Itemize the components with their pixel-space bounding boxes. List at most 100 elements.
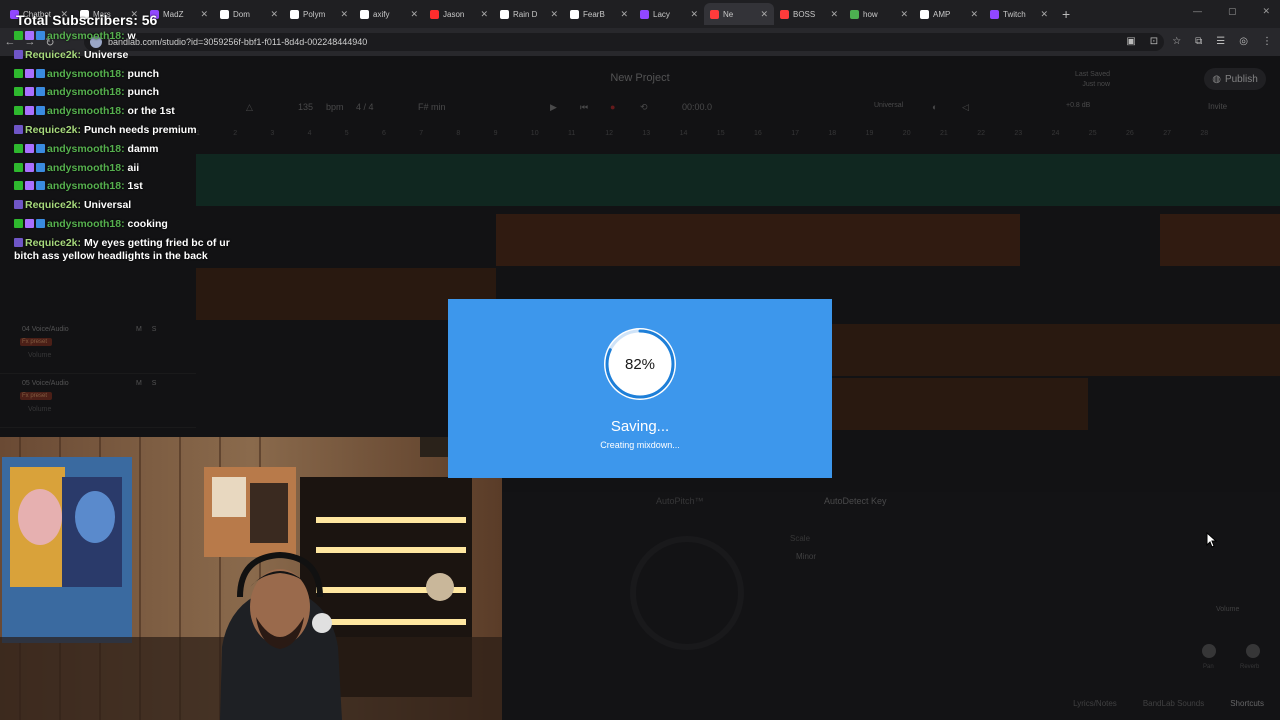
- mute-solo[interactable]: M S: [136, 380, 156, 387]
- maximize-icon[interactable]: ▢: [1228, 6, 1237, 17]
- new-tab-icon[interactable]: +: [1062, 6, 1070, 22]
- tab-close-icon[interactable]: ✕: [900, 9, 908, 20]
- audio-region-orange-2[interactable]: [1160, 214, 1280, 266]
- loop-icon[interactable]: ⟲: [640, 102, 648, 113]
- invite-button[interactable]: Invite: [1208, 102, 1227, 111]
- tab-close-icon[interactable]: ✕: [480, 9, 488, 20]
- chat-username[interactable]: Requice2k: [25, 124, 78, 136]
- minimize-icon[interactable]: —: [1193, 6, 1202, 17]
- browser-tab[interactable]: Jason ✕: [424, 3, 494, 25]
- autopitch-knob[interactable]: [630, 536, 744, 650]
- chat-username[interactable]: andysmooth18: [47, 105, 121, 117]
- chat-username[interactable]: Requice2k: [25, 49, 78, 61]
- cast-icon[interactable]: ▣: [1126, 36, 1135, 47]
- chat-username[interactable]: andysmooth18: [47, 180, 121, 192]
- chat-text: Universal: [83, 199, 132, 212]
- ruler-number: 7: [419, 130, 424, 137]
- tab-search-icon[interactable]: ☰: [1216, 36, 1225, 47]
- publish-button[interactable]: ◍ Publish: [1204, 68, 1266, 90]
- ruler-number: 17: [791, 130, 799, 137]
- skip-back-icon[interactable]: ⏮: [580, 102, 588, 113]
- reverb-knob[interactable]: [1246, 644, 1260, 658]
- browser-tab[interactable]: Dom ✕: [214, 3, 284, 25]
- toggle-icon[interactable]: ◐: [932, 102, 937, 112]
- browser-tab[interactable]: Polym ✕: [284, 3, 354, 25]
- profile-icon[interactable]: ◎: [1239, 36, 1248, 47]
- tab-close-icon[interactable]: ✕: [270, 9, 278, 20]
- tab-close-icon[interactable]: ✕: [970, 9, 978, 20]
- ruler-number: 25: [1088, 130, 1097, 137]
- tab-close-icon[interactable]: ✕: [620, 9, 628, 20]
- audio-region-orange-5[interactable]: [832, 378, 1088, 430]
- chat-username[interactable]: andysmooth18: [47, 143, 121, 155]
- speaker-icon[interactable]: ◁: [962, 102, 969, 113]
- metronome-icon[interactable]: △: [246, 102, 253, 113]
- play-icon[interactable]: ▶: [550, 102, 557, 113]
- fx-badge[interactable]: Fx preset: [20, 338, 52, 346]
- star-badge-icon: [25, 218, 34, 228]
- browser-tab[interactable]: Lacy ✕: [634, 3, 704, 25]
- bandlab-sounds-link[interactable]: BandLab Sounds: [1143, 699, 1204, 708]
- browser-tab[interactable]: BOSS ✕: [774, 3, 844, 25]
- tab-close-icon[interactable]: ✕: [410, 9, 418, 20]
- scale-select[interactable]: Minor: [796, 552, 816, 561]
- chat-username[interactable]: andysmooth18: [47, 30, 121, 42]
- tab-close-icon[interactable]: ✕: [550, 9, 558, 20]
- chat-username[interactable]: Requice2k: [25, 237, 78, 249]
- mute-solo[interactable]: M S: [136, 326, 156, 333]
- browser-tab[interactable]: AMP ✕: [914, 3, 984, 25]
- tab-close-icon[interactable]: ✕: [760, 9, 768, 20]
- url-field[interactable]: bandlab.com/studio?id=3059256f-bbf1-f011…: [84, 33, 1164, 51]
- track-header-04[interactable]: 04 Voice/Audio M S Fx preset Volume: [0, 320, 196, 374]
- tab-close-icon[interactable]: ✕: [830, 9, 838, 20]
- timeline-ruler[interactable]: 1 2 3 4 5 6 7 8 9 10 11 12 13 14 15 16 17 18 19 20 21 22 23 24 2…: [196, 130, 1280, 142]
- browser-tab[interactable]: how ✕: [844, 3, 914, 25]
- browser-tab[interactable]: Twitch ✕: [984, 3, 1054, 25]
- tab-favicon-icon: [290, 9, 299, 19]
- menu-icon[interactable]: ⋮: [1262, 36, 1272, 47]
- tab-close-icon[interactable]: ✕: [340, 9, 348, 20]
- install-icon[interactable]: ⊡: [1150, 36, 1158, 47]
- time-readout: 00:00.0: [682, 102, 713, 112]
- chat-username[interactable]: andysmooth18: [47, 68, 121, 80]
- lyrics-notes-link[interactable]: Lyrics/Notes: [1073, 699, 1117, 708]
- pan-knob[interactable]: [1202, 644, 1216, 658]
- crown-badge-icon: [36, 181, 45, 191]
- chat-message: Requice2k: My eyes getting fried bc of u…: [14, 237, 234, 263]
- chat-username[interactable]: andysmooth18: [47, 218, 121, 230]
- time-signature[interactable]: 4 / 4: [356, 102, 374, 112]
- instrument-selector[interactable]: Universal: [874, 102, 903, 109]
- audio-region-green[interactable]: [196, 154, 1280, 206]
- chat-username[interactable]: Requice2k: [25, 199, 78, 211]
- chat-text: Punch needs premium: [83, 123, 197, 136]
- tab-close-icon[interactable]: ✕: [1040, 9, 1048, 20]
- chat-message: Requice2k: Universal: [14, 199, 234, 212]
- chat-message: Requice2k: Universe: [14, 49, 234, 62]
- autodetect-key-button[interactable]: AutoDetect Key: [824, 496, 887, 506]
- key-value[interactable]: F# min: [418, 102, 446, 112]
- tab-title: Dom: [233, 9, 250, 19]
- chat-username[interactable]: andysmooth18: [47, 86, 121, 98]
- tab-title: BOSS: [793, 9, 816, 19]
- track-header-05[interactable]: 05 Voice/Audio M S Fx preset Volume: [0, 374, 196, 428]
- tab-favicon-icon: [850, 9, 859, 19]
- browser-tab[interactable]: Ne ✕: [704, 3, 774, 25]
- browser-tab[interactable]: axify ✕: [354, 3, 424, 25]
- record-icon[interactable]: ●: [610, 102, 615, 112]
- browser-tab[interactable]: Rain D ✕: [494, 3, 564, 25]
- bookmark-star-icon[interactable]: ☆: [1172, 36, 1181, 47]
- close-window-icon[interactable]: ✕: [1262, 6, 1270, 17]
- chat-username[interactable]: andysmooth18: [47, 162, 121, 174]
- subscriber-badge-icon: [14, 49, 23, 59]
- fx-badge[interactable]: Fx preset: [20, 392, 52, 400]
- bpm-value[interactable]: 135: [298, 102, 313, 112]
- browser-tab[interactable]: FearB ✕: [564, 3, 634, 25]
- track-volume-label: Volume: [28, 406, 52, 413]
- tab-close-icon[interactable]: ✕: [690, 9, 698, 20]
- audio-region-orange-4[interactable]: [832, 324, 1280, 376]
- tab-favicon-icon: [360, 9, 369, 19]
- audio-region-orange[interactable]: [496, 214, 1020, 266]
- shortcuts-link[interactable]: Shortcuts: [1230, 699, 1264, 708]
- extensions-icon[interactable]: ⧉: [1195, 36, 1202, 47]
- tab-close-icon[interactable]: ✕: [200, 9, 208, 20]
